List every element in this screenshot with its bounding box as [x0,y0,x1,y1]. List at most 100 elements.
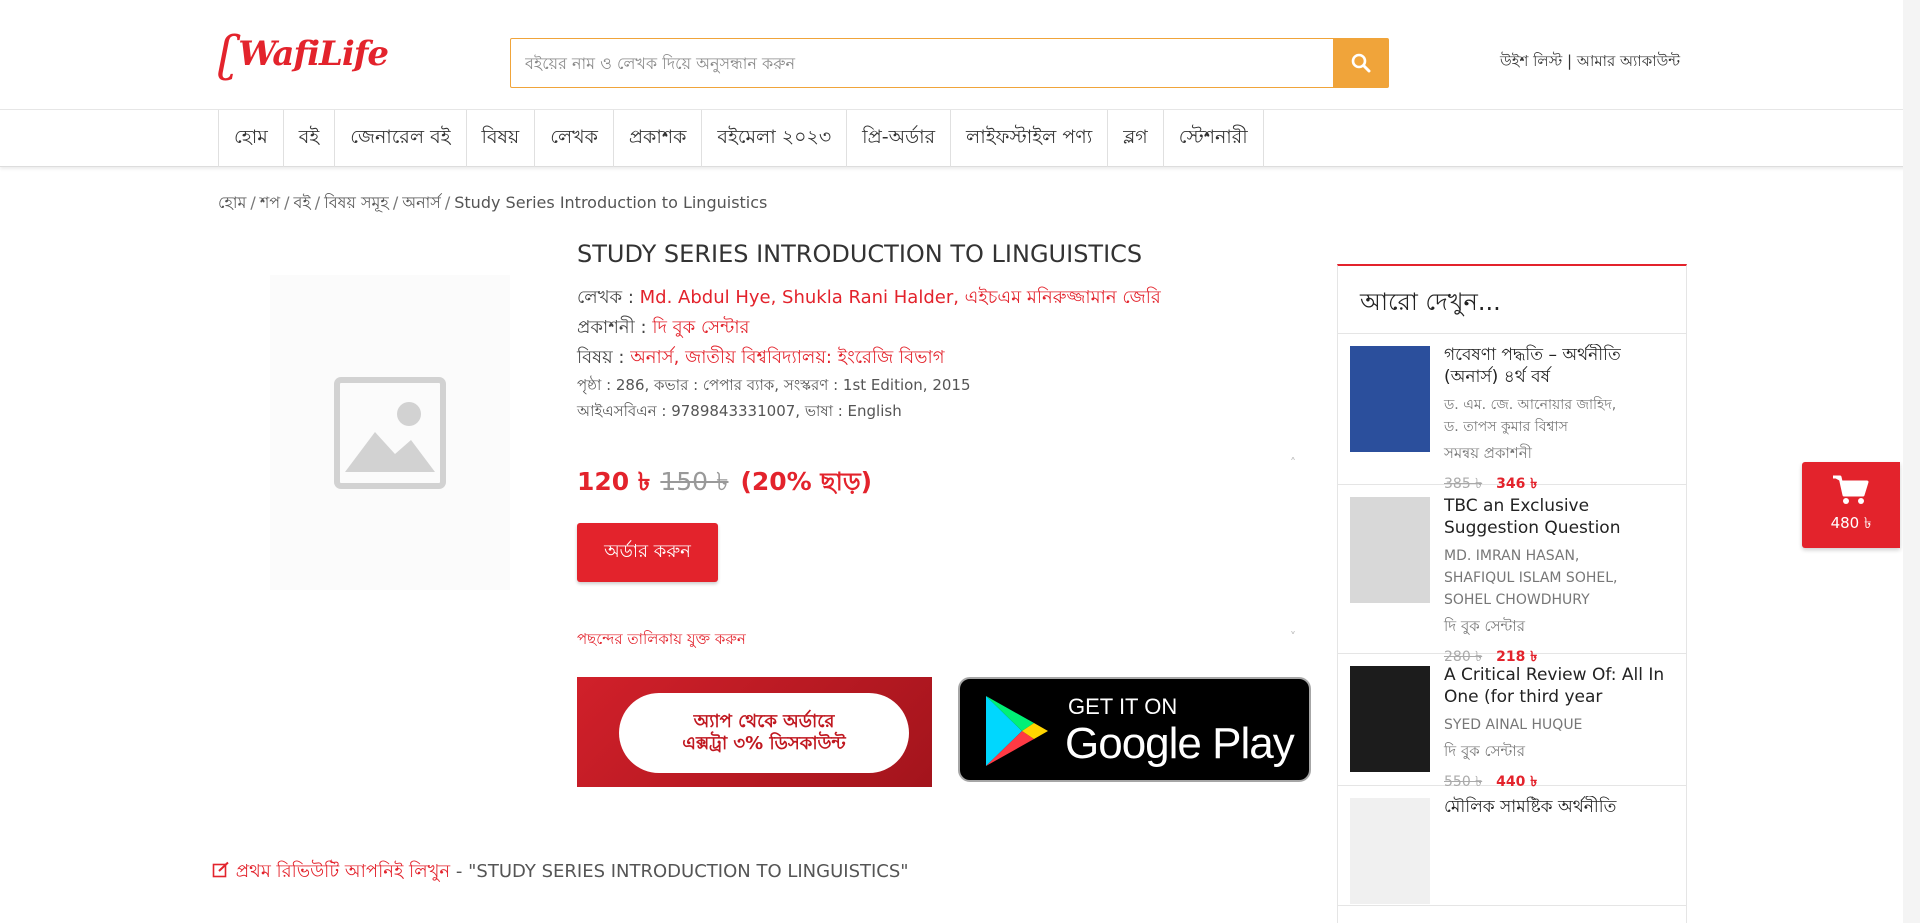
cart-icon [1833,475,1869,504]
wafilife-logo[interactable]: ʗ WafiLife [218,20,389,88]
isbn-line: আইএসবিএন : 9789843331007, ভাষা : English [577,402,902,420]
current-price: 120 ৳ [577,467,651,496]
nav-item[interactable]: প্রি-অর্ডার [847,110,952,167]
product-image-placeholder [270,275,510,590]
site-header: ʗ WafiLife উইশ লিস্ট | আমার অ্যাকাউন্ট [0,0,1920,110]
related-product-author[interactable]: ড. তাপস কুমার বিশ্বাস [1444,416,1568,438]
related-product-item[interactable]: গবেষণা পদ্ধতি – অর্থনীতি (অনার্স) ৪র্থ ব… [1338,334,1686,492]
book-cover-thumbnail[interactable] [1350,497,1430,603]
related-product-publisher[interactable]: দি বুক সেন্টার [1444,740,1525,765]
google-play-badge[interactable]: GET IT ON Google Play [958,677,1311,782]
search-button[interactable] [1333,38,1389,88]
price-row: 120 ৳ 150 ৳ (20% ছাড়) [577,462,872,505]
old-price: 150 ৳ [660,467,729,496]
nav-item[interactable]: লেখক [535,110,614,167]
related-product-author[interactable]: ড. এম. জে. আনোয়ার জাহিদ, [1444,394,1616,416]
publisher-link[interactable]: দি বুক সেন্টার [652,317,749,338]
book-cover-thumbnail[interactable] [1350,798,1430,904]
subject-label: বিষয় : [577,347,625,368]
publisher-label: প্রকাশনী : [577,317,647,338]
author-links[interactable]: Md. Abdul Hye, Shukla Rani Halder, এইচএম… [640,287,1161,308]
related-product-item[interactable]: মৌলিক সামষ্টিক অর্থনীতি [1338,786,1686,906]
review-prompt-text: প্রথম রিভিউটি আপনিই লিখুন [235,861,451,882]
main-nav: হোম বই জেনারেল বই বিষয় লেখক প্রকাশক বইমেলা ২০… [0,110,1920,167]
nav-item[interactable]: জেনারেল বই [335,110,467,167]
related-product-title[interactable]: A Critical Review Of: All In One (for th… [1444,664,1676,708]
logo-text: WafiLife [238,34,389,74]
get-it-on-text: GET IT ON [1068,694,1178,719]
breadcrumb-link[interactable]: শপ [260,193,280,212]
nav-item[interactable]: প্রকাশক [614,110,703,167]
author-label: লেখক : [577,287,634,308]
breadcrumb-separator: / [284,193,290,212]
google-play-icon [986,696,1048,766]
nav-item[interactable]: বই [284,110,336,167]
banner-line-1: অ্যাপ থেকে অর্ডারে [693,711,835,733]
related-product-title[interactable]: TBC an Exclusive Suggestion Question Ban… [1444,495,1676,539]
breadcrumb: হোম / শপ / বই / বিষয় সমূহ / অনার্স / Study Series… [218,190,767,217]
floating-cart-button[interactable]: 480 ৳ [1802,462,1900,548]
google-play-text: Google Play [1065,719,1295,768]
related-product-item[interactable]: TBC an Exclusive Suggestion Question Ban… [1338,485,1686,665]
product-title: STUDY SERIES INTRODUCTION TO LINGUISTICS [577,240,1143,268]
related-product-author[interactable]: SOHEL CHOWDHURY [1444,589,1590,611]
related-product-publisher[interactable]: দি বুক সেন্টার [1444,615,1525,640]
related-product-author[interactable]: MD. IMRAN HASAN, [1444,545,1579,567]
add-to-wishlist-link[interactable]: পছন্দের তালিকায় যুক্ত করুন [577,628,746,653]
breadcrumb-link[interactable]: অনার্স [402,193,441,212]
review-prompt: প্রথম রিভিউটি আপনিই লিখুন - "STUDY SERIE… [212,857,909,888]
breadcrumb-separator: / [314,193,321,212]
account-link[interactable]: আমার অ্যাকাউন্ট [1577,52,1680,70]
related-product-author[interactable]: SYED AINAL HUQUE [1444,714,1582,736]
breadcrumb-link[interactable]: হোম [218,193,246,212]
breadcrumb-separator: / [444,193,451,212]
related-product-publisher[interactable]: সমন্বয় প্রকাশনী [1444,442,1532,467]
related-product-author[interactable]: SHAFIQUL ISLAM SOHEL, [1444,567,1617,589]
edit-icon [212,861,229,878]
nav-item[interactable]: স্টেশনারী [1164,110,1264,167]
review-product-name: "STUDY SERIES INTRODUCTION TO LINGUISTIC… [468,861,909,882]
nav-item[interactable]: বইমেলা ২০২৩ [702,110,848,167]
app-discount-banner[interactable]: অ্যাপ থেকে অর্ডারে এক্সট্রা ৩% ডিসকাউন্ট [577,677,932,787]
review-write-link[interactable]: প্রথম রিভিউটি আপনিই লিখুন [212,861,456,882]
breadcrumb-link[interactable]: বই [294,193,311,212]
wishlist-link[interactable]: উইশ লিস্ট [1500,52,1562,70]
book-cover-thumbnail[interactable] [1350,666,1430,772]
related-product-title[interactable]: গবেষণা পদ্ধতি – অর্থনীতি (অনার্স) ৪র্থ ব… [1444,344,1676,388]
banner-line-2: এক্সট্রা ৩% ডিসকাউন্ট [682,733,846,754]
page-scrollbar[interactable] [1903,0,1920,923]
search-icon [1351,53,1371,73]
search-bar [510,38,1389,88]
breadcrumb-link[interactable]: বিষয় সমূহ [324,193,389,212]
sidebar-title: আরো দেখুন... [1338,266,1686,334]
discount-badge: (20% ছাড়) [740,467,873,496]
nav-item[interactable]: হোম [219,110,284,167]
publisher-row: প্রকাশনী : দি বুক সেন্টার [577,313,749,344]
cart-total: 480 ৳ [1830,513,1872,532]
related-products-sidebar: আরো দেখুন... গবেষণা পদ্ধতি – অর্থনীতি (অ… [1337,264,1687,923]
chevron-up-icon[interactable]: ˄ [1290,456,1296,470]
order-button[interactable]: অর্ডার করুন [577,523,718,582]
author-row: লেখক : Md. Abdul Hye, Shukla Rani Halder… [577,283,1161,314]
subject-links[interactable]: অনার্স, জাতীয় বিশ্ববিদ্যালয়: ইংরেজি বি… [630,347,944,368]
banner-pill: অ্যাপ থেকে অর্ডারে এক্সট্রা ৩% ডিসকাউন্ট [619,693,909,773]
breadcrumb-separator: / [392,193,399,212]
breadcrumb-separator: / [250,193,256,212]
specs-line: পৃষ্ঠা : 286, কভার : পেপার ব্যাক, সংস্কর… [577,376,971,394]
book-cover-thumbnail[interactable] [1350,346,1430,452]
nav-menu: হোম বই জেনারেল বই বিষয় লেখক প্রকাশক বইমেলা ২০… [218,110,1264,167]
nav-item[interactable]: ব্লগ [1108,110,1164,167]
link-divider: | [1567,52,1573,70]
related-product-title[interactable]: মৌলিক সামষ্টিক অর্থনীতি [1444,796,1676,818]
related-product-item[interactable]: A Critical Review Of: All In One (for th… [1338,654,1686,790]
breadcrumb-current: Study Series Introduction to Linguistics [454,193,768,212]
nav-item[interactable]: বিষয় [467,110,536,167]
search-input[interactable] [511,39,1333,87]
nav-item[interactable]: লাইফস্টাইল পণ্য [951,110,1109,167]
logo-mark-icon: ʗ [218,26,239,82]
header-links: উইশ লিস্ট | আমার অ্যাকাউন্ট [1500,50,1680,75]
image-placeholder-icon [334,376,446,489]
review-dash: - [455,861,469,882]
chevron-down-icon[interactable]: ˅ [1290,630,1296,644]
subject-row: বিষয় : অনার্স, জাতীয় বিশ্ববিদ্যালয়: ই… [577,343,945,374]
